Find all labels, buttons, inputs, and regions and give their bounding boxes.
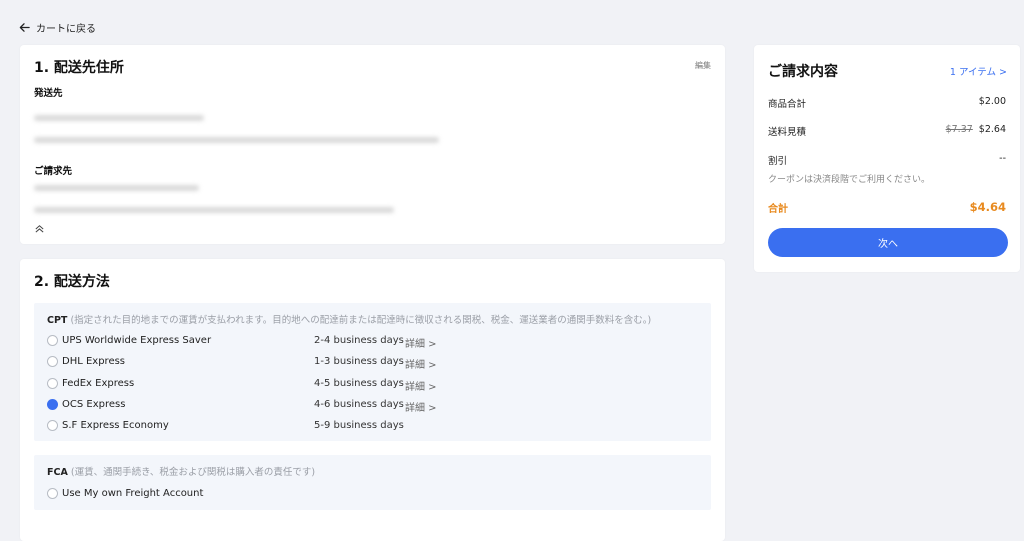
shipping-option-own-account[interactable]: Use My own Freight Account (47, 488, 203, 499)
fca-code: FCA (47, 467, 68, 478)
option-detail-link[interactable]: 詳細 > (405, 399, 437, 414)
radio-button-selected[interactable] (47, 399, 58, 410)
bill-to-address-line-1 (34, 185, 199, 191)
shipping-option-ocs[interactable]: OCS Express (47, 399, 125, 410)
option-days: 2-4 business days (314, 335, 404, 346)
option-days: 4-6 business days (314, 399, 404, 410)
radio-button[interactable] (47, 420, 58, 431)
shipping-address-card: 1. 配送先住所 編集 発送先 ご請求先 (20, 45, 725, 244)
bill-to-address-line-2 (34, 207, 394, 213)
subtotal-label: 商品合計 (768, 99, 807, 110)
shipping-original-price: $7.37 (945, 124, 973, 135)
cpt-code: CPT (47, 315, 68, 326)
option-days: 1-3 business days (314, 356, 404, 367)
subtotal-row: 商品合計 $2.00 (768, 96, 1006, 110)
shipping-estimate-label: 送料見積 (768, 127, 807, 138)
summary-title: ご請求内容 (768, 64, 838, 80)
option-detail-link[interactable]: 詳細 > (405, 356, 437, 371)
fca-heading: FCA (運賃、通関手続き、税金および関税は購入者の責任です) (47, 464, 315, 478)
option-detail-link[interactable]: 詳細 > (405, 335, 437, 350)
option-name: S.F Express Economy (62, 420, 169, 431)
option-name: UPS Worldwide Express Saver (62, 335, 212, 346)
order-summary-card: ご請求内容 1 アイテム > 商品合計 $2.00 送料見積 $7.37 $2.6… (754, 45, 1020, 272)
coupon-note: クーポンは決済段階でご利用ください。 (768, 175, 931, 185)
option-days: 4-5 business days (314, 378, 404, 389)
radio-button[interactable] (47, 488, 58, 499)
ship-to-label: 発送先 (34, 88, 63, 99)
option-name: OCS Express (62, 399, 126, 410)
shipping-option-ups[interactable]: UPS Worldwide Express Saver (47, 335, 211, 346)
option-days: 5-9 business days (314, 420, 404, 431)
collapse-chevron-up-icon[interactable] (34, 223, 45, 234)
cpt-description: (指定された目的地までの運賃が支払われます。目的地への配達前または配達時に徴収さ… (70, 315, 652, 326)
back-to-cart-link[interactable]: カートに戻る (19, 20, 96, 35)
arrow-left-icon (19, 23, 30, 32)
discount-value: -- (999, 153, 1006, 164)
option-name: Use My own Freight Account (62, 488, 204, 499)
shipping-option-dhl[interactable]: DHL Express (47, 356, 125, 367)
discount-label: 割引 (768, 156, 788, 167)
shipping-option-sf[interactable]: S.F Express Economy (47, 420, 169, 431)
ship-to-address-line-1 (34, 115, 204, 121)
shipping-estimate-value: $2.64 (978, 124, 1006, 135)
fca-description: (運賃、通関手続き、税金および関税は購入者の責任です) (70, 467, 316, 478)
next-button[interactable]: 次へ (768, 228, 1008, 257)
shipping-option-fedex[interactable]: FedEx Express (47, 378, 134, 389)
shipping-estimate-row: 送料見積 $7.37 $2.64 (768, 124, 1006, 138)
total-value: $4.64 (969, 200, 1006, 214)
back-label: カートに戻る (36, 24, 96, 35)
option-detail-link[interactable]: 詳細 > (405, 378, 437, 393)
cpt-heading: CPT (指定された目的地までの運賃が支払われます。目的地への配達前または配達時… (47, 312, 651, 326)
ship-to-address-line-2 (34, 137, 439, 143)
shipping-method-card: 2. 配送方法 CPT (指定された目的地までの運賃が支払われます。目的地への配… (20, 259, 725, 541)
fca-group: FCA (運賃、通関手続き、税金および関税は購入者の責任です) Use My o… (34, 455, 711, 510)
cpt-group: CPT (指定された目的地までの運賃が支払われます。目的地への配達前または配達時… (34, 303, 711, 441)
radio-button[interactable] (47, 378, 58, 389)
shipping-section-title: 2. 配送方法 (34, 274, 110, 290)
radio-button[interactable] (47, 356, 58, 367)
option-name: FedEx Express (62, 378, 135, 389)
items-link[interactable]: 1 アイテム > (950, 64, 1007, 78)
option-name: DHL Express (62, 356, 126, 367)
total-label: 合計 (768, 204, 788, 215)
bill-to-label: ご請求先 (34, 166, 73, 177)
address-section-title: 1. 配送先住所 (34, 60, 124, 76)
subtotal-value: $2.00 (978, 96, 1006, 107)
total-row: 合計 $4.64 (768, 200, 1006, 215)
edit-address-link[interactable]: 編集 (695, 60, 711, 71)
discount-row: 割引 -- (768, 153, 1006, 167)
radio-button[interactable] (47, 335, 58, 346)
